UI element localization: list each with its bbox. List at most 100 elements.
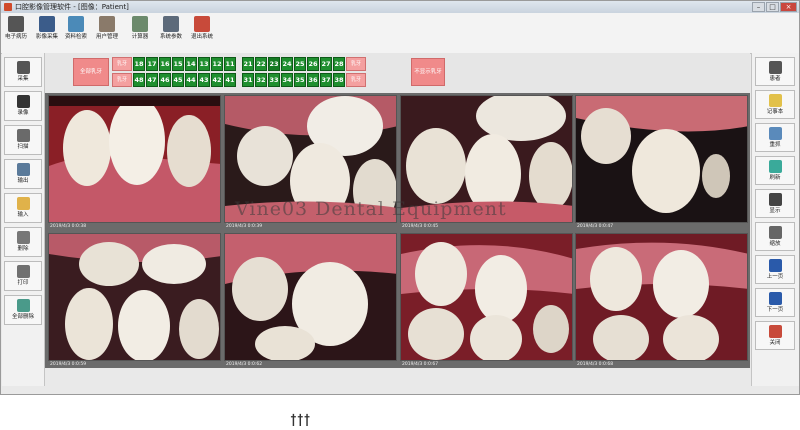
right-sidebar: 患者 记事本 重抓 刷新 显示 缩放 上一页 下一页 关闭 — [751, 53, 799, 386]
hide-deciduous-button[interactable]: 不显示乳牙 — [411, 58, 445, 86]
photo-3-timestamp: 2019/4/3 0:0:45 — [402, 224, 439, 229]
notepad-button[interactable]: 记事本 — [755, 90, 795, 119]
print-button[interactable]: 打印 — [4, 261, 42, 291]
recapture-button[interactable]: 重抓 — [755, 123, 795, 152]
next-page-button[interactable]: 下一页 — [755, 288, 795, 317]
toolbar-capture-button[interactable]: 影像采集 — [34, 13, 60, 53]
delete-button[interactable]: 删除 — [4, 227, 42, 257]
dental-photo-7[interactable] — [400, 233, 573, 361]
tooth-18[interactable]: 18 — [133, 57, 145, 71]
user-tools-icon — [99, 16, 115, 32]
close-button[interactable]: × — [780, 2, 797, 12]
output-button[interactable]: 输出 — [4, 159, 42, 189]
photo-6-timestamp: 2019/4/3 0:0:62 — [226, 362, 263, 367]
tooth-42[interactable]: 42 — [211, 73, 223, 87]
handwritten-mark: ꝉꝉꝉ — [290, 411, 311, 430]
tooth-31[interactable]: 31 — [242, 73, 254, 87]
dental-photo-8-image — [576, 234, 747, 360]
tooth-45[interactable]: 45 — [172, 73, 184, 87]
button-label: 下一页 — [766, 307, 784, 313]
zoom-icon — [768, 226, 782, 239]
upper-teeth-row: 乳牙 18 17 16 15 14 13 12 11 21 22 23 24 2… — [112, 57, 366, 71]
tooth-21[interactable]: 21 — [242, 57, 254, 71]
refresh-button[interactable]: 刷新 — [755, 156, 795, 185]
tooth-17[interactable]: 17 — [146, 57, 158, 71]
tooth-15[interactable]: 15 — [172, 57, 184, 71]
app-icon — [4, 3, 12, 11]
recapture-icon — [768, 127, 782, 140]
delete-all-button[interactable]: 全部删除 — [4, 295, 42, 325]
button-label: 输出 — [17, 178, 29, 184]
toolbar-settings-button[interactable]: 系统参数 — [158, 13, 184, 53]
midline-gap — [237, 57, 241, 71]
tooth-24[interactable]: 24 — [281, 57, 293, 71]
tooth-47[interactable]: 47 — [146, 73, 158, 87]
tooth-26[interactable]: 26 — [307, 57, 319, 71]
toolbar-ehr-button[interactable]: 电子病历 — [3, 13, 29, 53]
zoom-button[interactable]: 缩放 — [755, 222, 795, 251]
display-grid-icon — [768, 193, 782, 206]
tooth-37[interactable]: 37 — [320, 73, 332, 87]
tooth-11[interactable]: 11 — [224, 57, 236, 71]
folder-icon — [16, 197, 30, 210]
deciduous-upper-right[interactable]: 乳牙 — [112, 57, 132, 71]
window-controls: – □ × — [752, 2, 797, 12]
display-button[interactable]: 显示 — [755, 189, 795, 218]
photo-8-timestamp: 2019/4/3 0:0:68 — [577, 362, 614, 367]
button-label: 患者 — [769, 76, 781, 82]
dental-photo-8[interactable] — [575, 233, 748, 361]
deciduous-lower-left[interactable]: 乳牙 — [346, 73, 366, 87]
input-button[interactable]: 输入 — [4, 193, 42, 223]
minimize-button[interactable]: – — [752, 2, 765, 12]
video-camera-icon — [16, 95, 30, 108]
exit-icon — [194, 16, 210, 32]
tooth-13[interactable]: 13 — [198, 57, 210, 71]
scan-button[interactable]: 扫描 — [4, 125, 42, 155]
dental-photo-4[interactable] — [575, 95, 748, 223]
all-deciduous-button[interactable]: 全部乳牙 — [73, 58, 109, 86]
tooth-44[interactable]: 44 — [185, 73, 197, 87]
deciduous-upper-left[interactable]: 乳牙 — [346, 57, 366, 71]
tooth-22[interactable]: 22 — [255, 57, 267, 71]
tooth-28[interactable]: 28 — [333, 57, 345, 71]
tooth-36[interactable]: 36 — [307, 73, 319, 87]
tooth-43[interactable]: 43 — [198, 73, 210, 87]
toolbar-label: 资料检索 — [64, 34, 87, 40]
toolbar-exit-button[interactable]: 退出系统 — [189, 13, 215, 53]
tooth-25[interactable]: 25 — [294, 57, 306, 71]
close-view-button[interactable]: 关闭 — [755, 321, 795, 350]
scanner-icon — [16, 129, 30, 142]
dental-photo-1[interactable] — [48, 95, 221, 223]
tooth-34[interactable]: 34 — [281, 73, 293, 87]
prev-page-button[interactable]: 上一页 — [755, 255, 795, 284]
tooth-23[interactable]: 23 — [268, 57, 280, 71]
tooth-41[interactable]: 41 — [224, 73, 236, 87]
tooth-12[interactable]: 12 — [211, 57, 223, 71]
watermark-text: Vine03 Dental Equipment — [235, 198, 507, 220]
tooth-46[interactable]: 46 — [159, 73, 171, 87]
record-button[interactable]: 录像 — [4, 91, 42, 121]
dental-photo-6[interactable] — [224, 233, 397, 361]
capture-button[interactable]: 采集 — [4, 57, 42, 87]
tooth-16[interactable]: 16 — [159, 57, 171, 71]
main-toolbar: 电子病历 影像采集 资料检索 用户管理 计算器 系统参数 退出系统 — [1, 13, 799, 54]
notepad-icon — [768, 94, 782, 107]
tooth-35[interactable]: 35 — [294, 73, 306, 87]
toolbar-search-button[interactable]: 资料检索 — [63, 13, 89, 53]
tooth-27[interactable]: 27 — [320, 57, 332, 71]
toolbar-users-button[interactable]: 用户管理 — [94, 13, 120, 53]
dental-photo-4-image — [576, 96, 747, 222]
dental-photo-5[interactable] — [48, 233, 221, 361]
lower-teeth-row: 乳牙 48 47 46 45 44 43 42 41 31 32 33 34 3… — [112, 73, 366, 87]
midline-gap — [237, 73, 241, 87]
tooth-32[interactable]: 32 — [255, 73, 267, 87]
deciduous-lower-right[interactable]: 乳牙 — [112, 73, 132, 87]
maximize-button[interactable]: □ — [766, 2, 779, 12]
tooth-14[interactable]: 14 — [185, 57, 197, 71]
tooth-33[interactable]: 33 — [268, 73, 280, 87]
tooth-38[interactable]: 38 — [333, 73, 345, 87]
tooth-48[interactable]: 48 — [133, 73, 145, 87]
patient-button[interactable]: 患者 — [755, 57, 795, 86]
delete-icon — [16, 231, 30, 244]
toolbar-calculator-button[interactable]: 计算器 — [127, 13, 153, 53]
